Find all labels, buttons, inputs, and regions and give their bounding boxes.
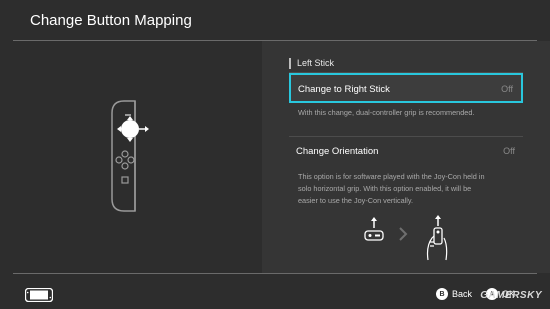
dpad-right-icon — [127, 156, 135, 164]
stick-arrow-left-icon — [117, 126, 121, 132]
left-stick-icon — [121, 120, 139, 138]
footer-divider — [13, 273, 537, 274]
horizontal-joycon-icon — [364, 217, 384, 241]
stick-arrow-down-icon — [127, 138, 133, 142]
option-description-line: This option is for software played with … — [298, 172, 485, 181]
option-description-line: easier to use the Joy-Con vertically. — [298, 196, 414, 205]
dpad-up-icon — [121, 150, 129, 158]
console-icon — [25, 288, 53, 302]
controller-preview: L — [0, 41, 262, 273]
option-name: Change to Right Stick — [298, 84, 390, 95]
back-label: Back — [452, 289, 473, 299]
option-description: With this change, dual-controller grip i… — [298, 108, 475, 117]
header: Change Button Mapping — [0, 0, 550, 40]
capture-button-icon — [121, 176, 129, 184]
option-change-to-right-stick[interactable]: Change to Right Stick Off — [289, 73, 523, 103]
orientation-illustration — [364, 215, 448, 261]
dpad-left-icon — [115, 156, 123, 164]
minus-button-icon — [125, 114, 131, 116]
joycon-illustration — [111, 100, 149, 212]
section-label: Left Stick — [289, 58, 334, 69]
stick-letter: L — [126, 83, 132, 93]
b-button-icon: B — [436, 288, 448, 300]
chevron-right-icon — [399, 227, 408, 241]
back-button[interactable]: B Back — [436, 288, 472, 300]
option-value: Off — [503, 146, 515, 156]
option-value: Off — [501, 84, 513, 94]
hand-vertical-joycon-icon — [426, 215, 448, 261]
dpad-down-icon — [121, 162, 129, 170]
option-description-line: solo horizontal grip. With this option e… — [298, 184, 472, 193]
option-change-orientation[interactable]: Change Orientation Off — [289, 137, 523, 167]
stick-arrow-up-icon — [127, 116, 133, 120]
option-row[interactable]: Change Orientation Off — [289, 137, 523, 167]
option-row-selected[interactable]: Change to Right Stick Off — [289, 73, 523, 103]
page-title: Change Button Mapping — [30, 12, 192, 29]
option-name: Change Orientation — [296, 146, 379, 157]
watermark: GAMERSKY — [480, 290, 542, 301]
